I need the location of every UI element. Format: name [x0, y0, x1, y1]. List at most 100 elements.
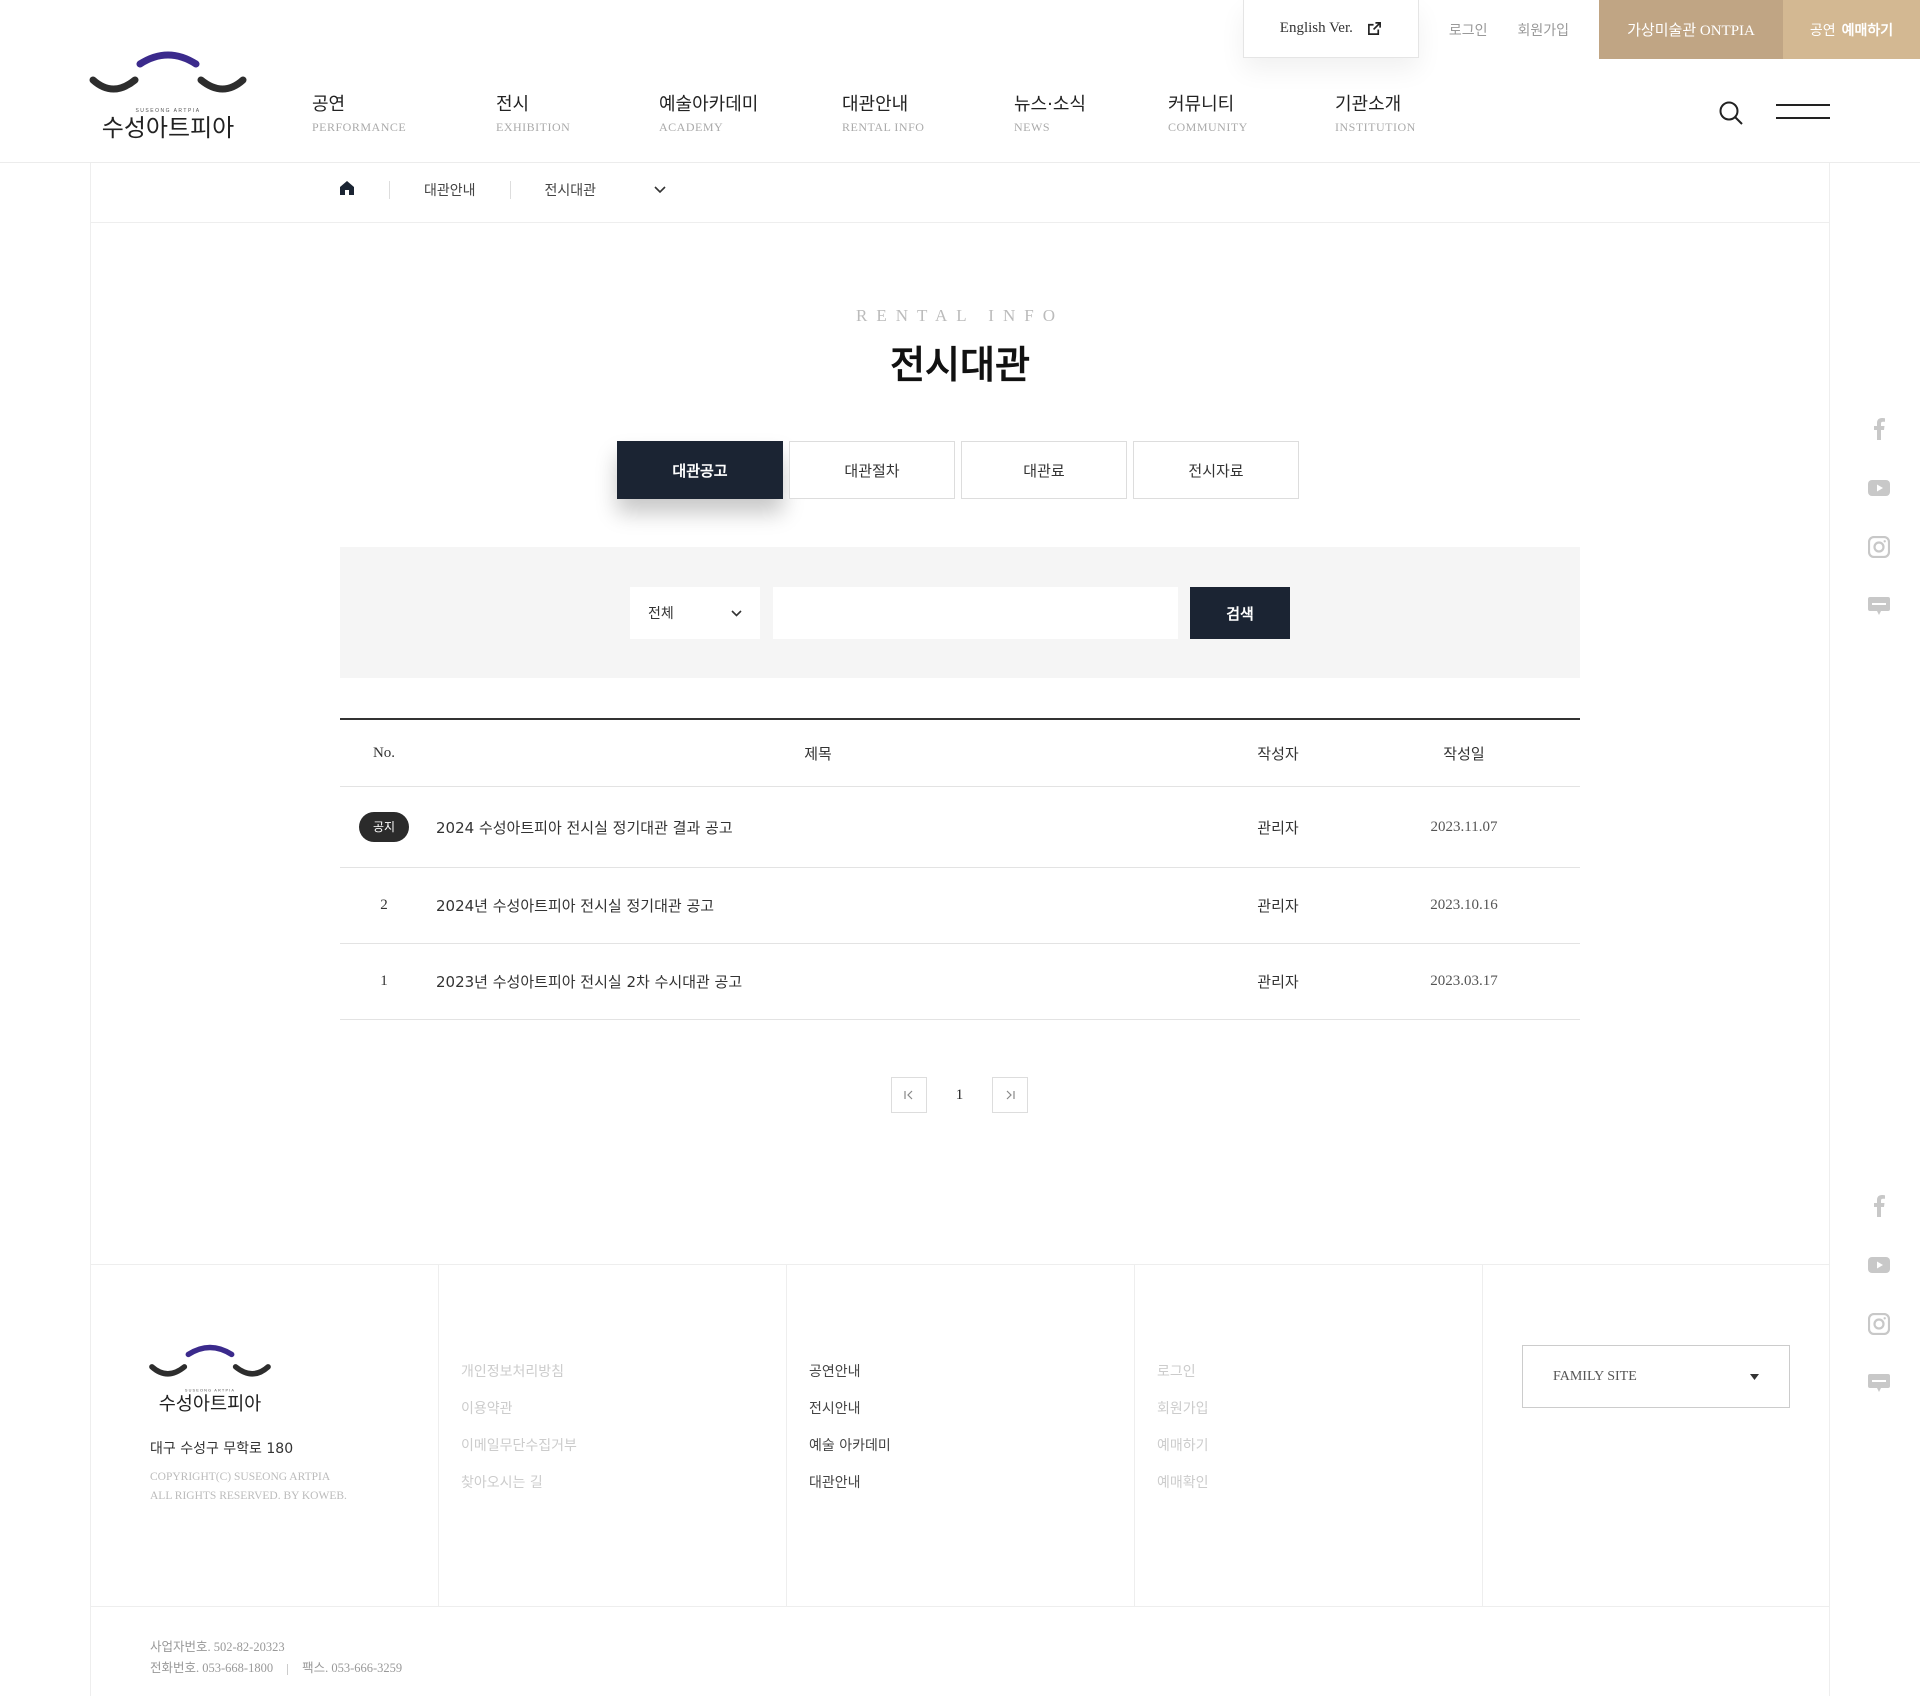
book-ticket-button[interactable]: 공연 예매하기: [1783, 0, 1920, 59]
blog-icon: [1868, 1373, 1890, 1392]
nav-community[interactable]: 커뮤니티 COMMUNITY: [1168, 90, 1335, 135]
academy-link[interactable]: 예술 아카데미: [809, 1428, 891, 1465]
instagram-link[interactable]: [1864, 517, 1894, 576]
notice-table: No. 제목 작성자 작성일 공지 2024 수성아트피아 전시실 정기대관 결…: [340, 718, 1580, 1020]
col-title: 제목: [804, 744, 832, 763]
row-date: 2023.03.17: [1430, 973, 1498, 989]
footer-col-line: [786, 1264, 787, 1606]
privacy-policy-link[interactable]: 개인정보처리방침: [461, 1354, 577, 1391]
notice-badge: 공지: [359, 812, 409, 842]
home-icon: [340, 181, 354, 195]
sub-tabs: 대관공고 대관절차 대관료 전시자료: [617, 441, 1299, 499]
row-title-link[interactable]: 2023년 수성아트피아 전시실 2차 수시대관 공고: [428, 971, 1208, 992]
search-button[interactable]: 검색: [1190, 587, 1290, 639]
row-date: 2023.10.16: [1430, 897, 1498, 913]
footer-address: 대구 수성구 무학로 180: [150, 1441, 294, 1457]
breadcrumb-separator: [509, 181, 511, 199]
nav-sub: RENTAL INFO: [842, 120, 925, 134]
blog-link[interactable]: [1864, 1353, 1894, 1412]
nav-performance[interactable]: 공연 PERFORMANCE: [312, 90, 496, 135]
youtube-link[interactable]: [1864, 1235, 1894, 1294]
header-search-button[interactable]: [1718, 100, 1744, 130]
table-row[interactable]: 공지 2024 수성아트피아 전시실 정기대관 결과 공고 관리자 2023.1…: [340, 787, 1580, 868]
page-title: 전시대관: [890, 343, 1030, 387]
utility-bar: English Ver. 로그인 회원가입 가상미술관 ONTPIA 공연 예매하…: [1242, 0, 1920, 59]
nav-news[interactable]: 뉴스·소식 NEWS: [1014, 90, 1168, 135]
terms-link[interactable]: 이용약관: [461, 1391, 577, 1428]
youtube-icon: [1868, 1256, 1890, 1273]
chevron-down-icon: [654, 186, 666, 194]
nav-label: 기관소개: [1335, 94, 1402, 115]
row-no: 1: [380, 973, 388, 989]
instagram-link[interactable]: [1864, 1294, 1894, 1353]
footer-join-link[interactable]: 회원가입: [1157, 1391, 1209, 1428]
tab-rental-fee[interactable]: 대관료: [961, 441, 1127, 499]
search-category-value: 전체: [648, 606, 674, 622]
table-row[interactable]: 1 2023년 수성아트피아 전시실 2차 수시대관 공고 관리자 2023.0…: [340, 944, 1580, 1020]
row-writer: 관리자: [1257, 897, 1299, 915]
business-number: 사업자번호. 502-82-20323: [150, 1640, 285, 1654]
all-menu-button[interactable]: [1776, 104, 1830, 120]
nav-sub: NEWS: [1014, 120, 1050, 134]
exhibition-guide-link[interactable]: 전시안내: [809, 1391, 891, 1428]
table-header: No. 제목 작성자 작성일: [340, 718, 1580, 787]
blog-link[interactable]: [1864, 576, 1894, 635]
row-date: 2023.11.07: [1430, 818, 1498, 835]
breadcrumb-separator: [389, 181, 390, 199]
join-link[interactable]: 회원가입: [1517, 20, 1569, 40]
footer-policy-links: 개인정보처리방침 이용약관 이메일무단수집거부 찾아오시는 길: [461, 1354, 577, 1502]
last-page-button[interactable]: [992, 1077, 1028, 1113]
last-page-icon: [1006, 1090, 1015, 1100]
search-input[interactable]: [773, 587, 1178, 639]
footer-col-line: [438, 1264, 439, 1606]
nav-academy[interactable]: 예술아카데미 ACADEMY: [659, 90, 842, 135]
nav-institution[interactable]: 기관소개 INSTITUTION: [1335, 90, 1455, 135]
breadcrumb-home[interactable]: [339, 180, 355, 200]
frame-line-right: [1829, 163, 1830, 1696]
english-version-label: English Ver.: [1279, 20, 1353, 36]
copyright-line: COPYRIGHT(C) SUSEONG ARTPIA: [150, 1471, 331, 1483]
rental-guide-link[interactable]: 대관안내: [809, 1465, 891, 1502]
row-title-link[interactable]: 2024 수성아트피아 전시실 정기대관 결과 공고: [428, 817, 1208, 838]
breadcrumb-level2-dropdown[interactable]: 전시대관: [545, 180, 667, 200]
first-page-button[interactable]: [891, 1077, 927, 1113]
footer-top-line: [90, 1264, 1830, 1265]
nav-label: 대관안내: [842, 94, 909, 115]
breadcrumb: 대관안내 전시대관: [339, 180, 666, 200]
directions-link[interactable]: 찾아오시는 길: [461, 1465, 577, 1502]
menu-line: [1776, 104, 1830, 106]
performance-guide-link[interactable]: 공연안내: [809, 1354, 891, 1391]
family-site-select[interactable]: FAMILY SITE: [1522, 1345, 1790, 1408]
facebook-link[interactable]: [1864, 1176, 1894, 1235]
search-category-select[interactable]: 전체: [630, 587, 760, 639]
footer-login-link[interactable]: 로그인: [1157, 1354, 1209, 1391]
footer-booking-link[interactable]: 예매하기: [1157, 1428, 1209, 1465]
youtube-link[interactable]: [1864, 458, 1894, 517]
email-refusal-link[interactable]: 이메일무단수집거부: [461, 1428, 577, 1465]
footer-logo-ko: 수성아트피아: [159, 1394, 262, 1415]
nav-label: 전시: [496, 94, 530, 115]
nav-exhibition[interactable]: 전시 EXHIBITION: [496, 90, 659, 135]
breadcrumb-level1[interactable]: 대관안내: [424, 180, 476, 200]
footer-logo: SUSEONG ARTPIA 수성아트피아: [148, 1342, 272, 1422]
menu-line: [1776, 117, 1830, 119]
ontpia-link[interactable]: 가상미술관 ONTPIA: [1599, 0, 1783, 59]
login-link[interactable]: 로그인: [1449, 20, 1488, 40]
english-version-link[interactable]: English Ver.: [1242, 0, 1419, 58]
page-number-current[interactable]: 1: [927, 1087, 992, 1104]
row-title-link[interactable]: 2024년 수성아트피아 전시실 정기대관 공고: [428, 895, 1208, 916]
tab-rental-notice[interactable]: 대관공고: [617, 441, 783, 499]
site-logo[interactable]: SUSEONG ARTPIA 수성아트피아: [88, 50, 248, 144]
footer-guide-links: 공연안내 전시안내 예술 아카데미 대관안내: [809, 1354, 891, 1502]
blog-icon: [1868, 596, 1890, 615]
tab-exhibition-materials[interactable]: 전시자료: [1133, 441, 1299, 499]
search-icon: [1719, 101, 1743, 125]
nav-label: 뉴스·소식: [1014, 94, 1086, 115]
book-label: 예매하기: [1841, 22, 1894, 39]
nav-rental[interactable]: 대관안내 RENTAL INFO: [842, 90, 1014, 135]
facebook-link[interactable]: [1864, 399, 1894, 458]
table-row[interactable]: 2 2024년 수성아트피아 전시실 정기대관 공고 관리자 2023.10.1…: [340, 868, 1580, 944]
footer-booking-check-link[interactable]: 예매확인: [1157, 1465, 1209, 1502]
caret-down-icon: [1750, 1373, 1759, 1380]
tab-rental-procedure[interactable]: 대관절차: [789, 441, 955, 499]
